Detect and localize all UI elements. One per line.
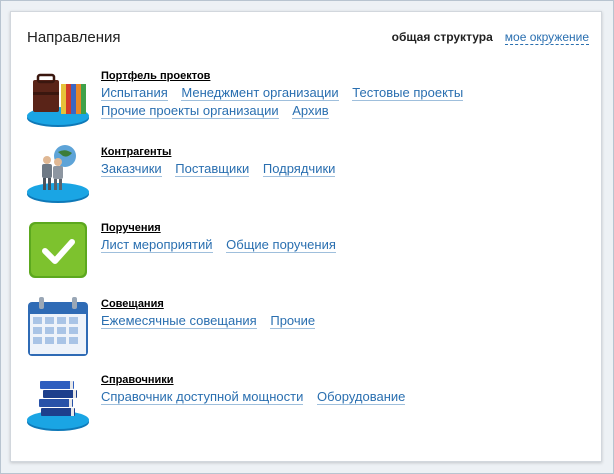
people-globe-icon — [25, 142, 91, 208]
link-capacity-directory[interactable]: Справочник доступной мощности — [101, 389, 304, 405]
section-body: Справочники Справочник доступной мощност… — [101, 374, 595, 406]
books-stack-icon — [25, 370, 91, 436]
page-title: Направления — [27, 29, 121, 46]
link-tests[interactable]: Испытания — [101, 85, 168, 101]
link-monthly-meetings[interactable]: Ежемесячные совещания — [101, 313, 257, 329]
link-test-projects[interactable]: Тестовые проекты — [352, 85, 464, 101]
section-title-directories[interactable]: Справочники — [101, 374, 595, 386]
view-general-structure: общая структура — [391, 30, 493, 44]
section-directories: Справочники Справочник доступной мощност… — [25, 370, 595, 440]
link-activities-list[interactable]: Лист мероприятий — [101, 237, 213, 253]
link-archive[interactable]: Архив — [292, 103, 329, 119]
section-body: Портфель проектов Испытания Менеджмент о… — [101, 70, 595, 120]
section-title-counterparties[interactable]: Контрагенты — [101, 146, 595, 158]
link-other-meetings[interactable]: Прочие — [270, 313, 316, 329]
section-links: Заказчики Поставщики Подрядчики — [101, 160, 595, 178]
link-equipment[interactable]: Оборудование — [316, 389, 406, 405]
section-title-meetings[interactable]: Совещания — [101, 298, 595, 310]
link-contractors[interactable]: Подрядчики — [262, 161, 336, 177]
checkmark-icon — [25, 218, 91, 284]
section-title-portfolio[interactable]: Портфель проектов — [101, 70, 595, 82]
calendar-icon — [25, 294, 91, 360]
section-links: Справочник доступной мощности Оборудован… — [101, 388, 595, 406]
section-title-assignments[interactable]: Поручения — [101, 222, 595, 234]
section-counterparties: Контрагенты Заказчики Поставщики Подрядч… — [25, 142, 595, 212]
panel-header: Направления общая структура мое окружение — [27, 29, 589, 51]
section-meetings: Совещания Ежемесячные совещания Прочие — [25, 294, 595, 364]
link-customers[interactable]: Заказчики — [101, 161, 162, 177]
link-general-assignments[interactable]: Общие поручения — [226, 237, 336, 253]
section-links: Лист мероприятий Общие поручения — [101, 236, 595, 254]
section-body: Контрагенты Заказчики Поставщики Подрядч… — [101, 146, 595, 178]
view-switch: общая структура мое окружение — [391, 30, 589, 45]
section-body: Поручения Лист мероприятий Общие поручен… — [101, 222, 595, 254]
window-frame: Направления общая структура мое окружение — [0, 0, 614, 474]
link-suppliers[interactable]: Поставщики — [175, 161, 250, 177]
section-body: Совещания Ежемесячные совещания Прочие — [101, 298, 595, 330]
section-links: Ежемесячные совещания Прочие — [101, 312, 595, 330]
directions-panel: Направления общая структура мое окружение — [10, 11, 602, 462]
link-org-management[interactable]: Менеджмент организации — [181, 85, 339, 101]
section-portfolio: Портфель проектов Испытания Менеджмент о… — [25, 66, 595, 136]
view-my-environment-link[interactable]: мое окружение — [504, 30, 589, 45]
link-other-org-projects[interactable]: Прочие проекты организации — [101, 103, 279, 119]
section-assignments: Поручения Лист мероприятий Общие поручен… — [25, 218, 595, 288]
section-links: Испытания Менеджмент организации Тестовы… — [101, 84, 595, 120]
briefcase-folders-icon — [25, 66, 91, 132]
